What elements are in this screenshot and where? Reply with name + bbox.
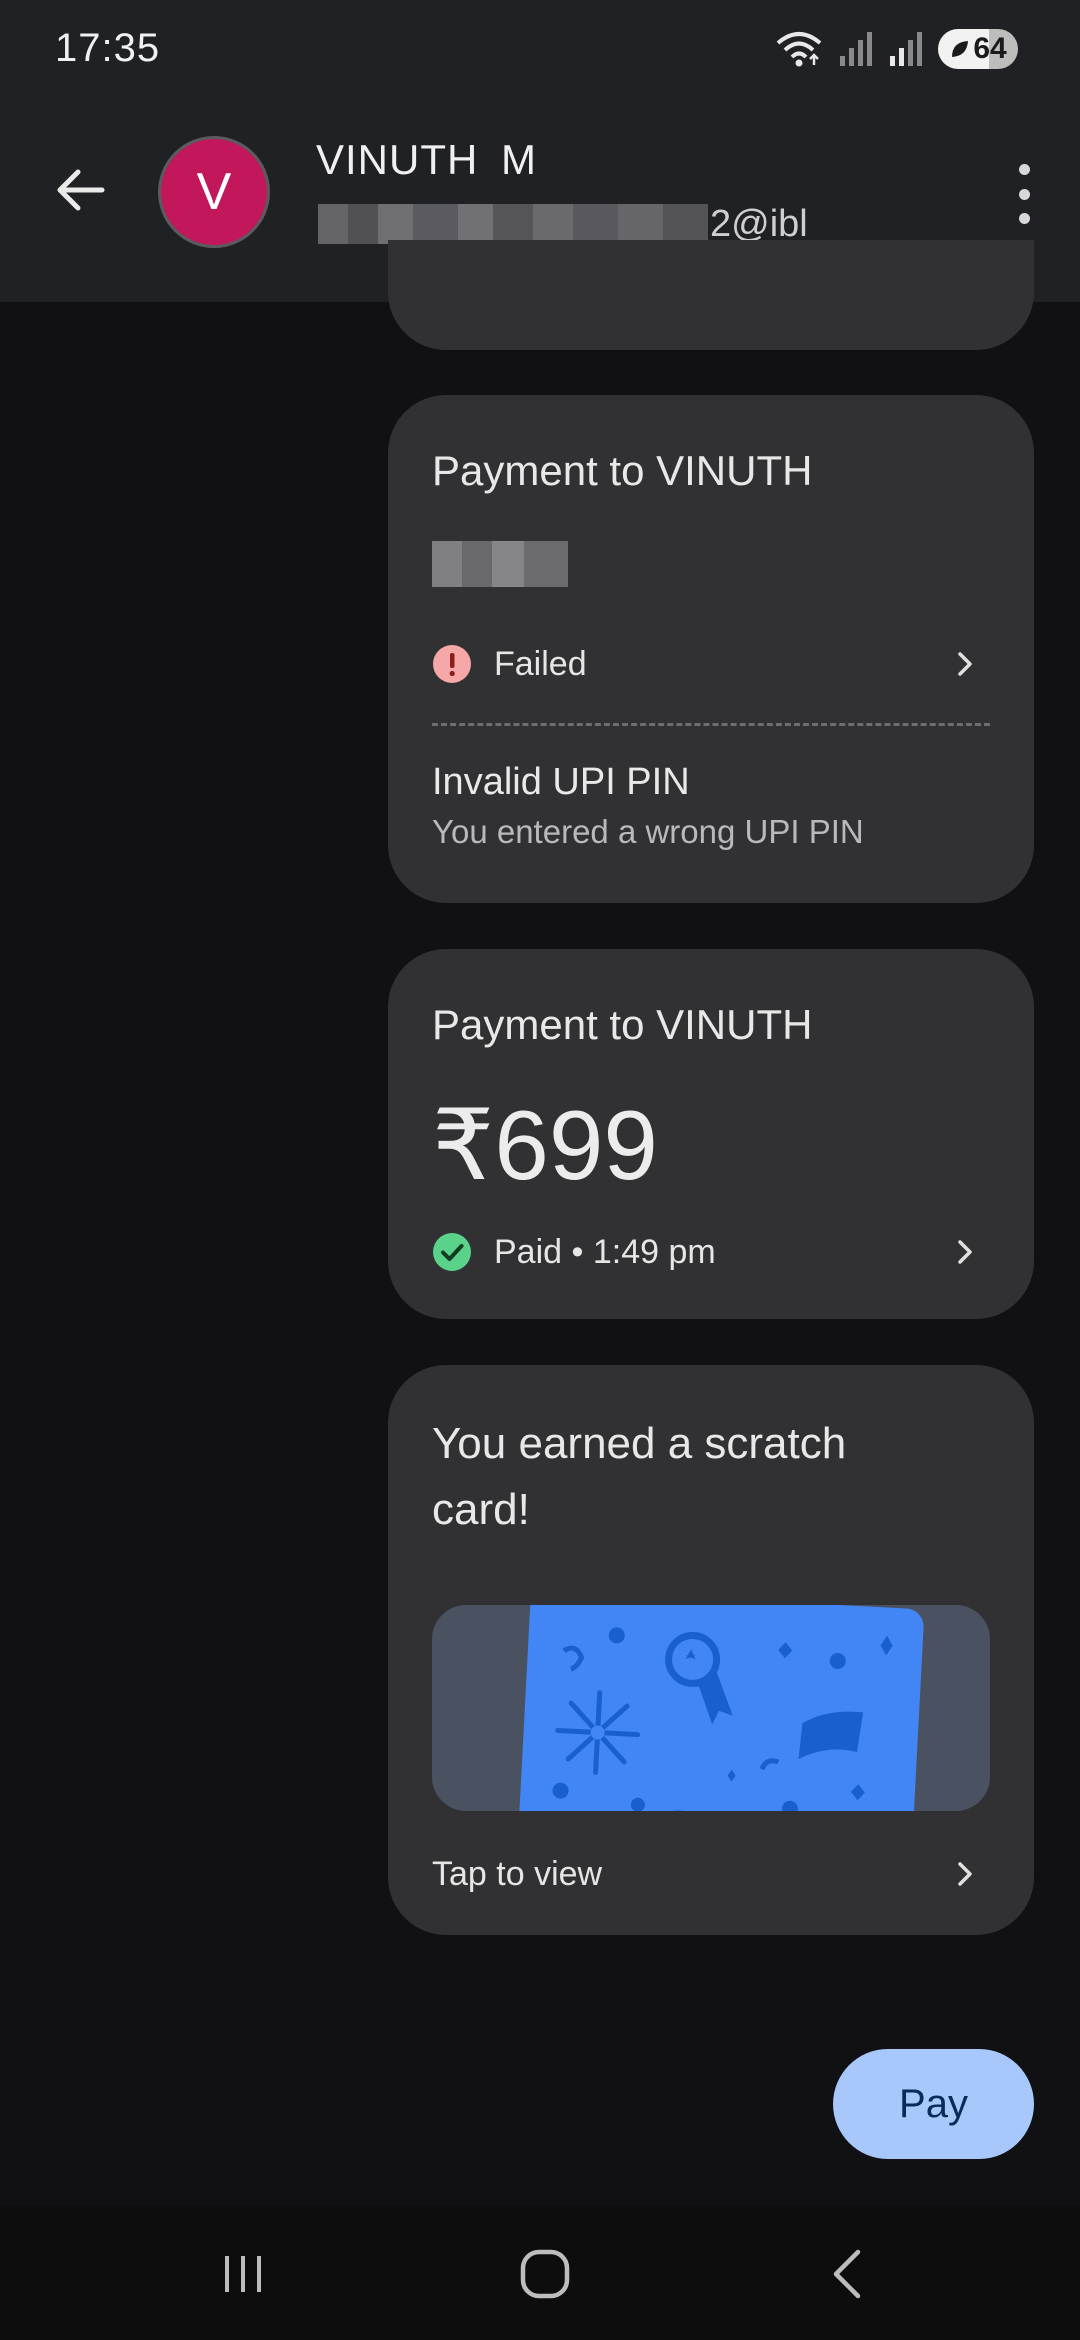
recent-apps-icon[interactable]: [213, 2246, 273, 2302]
battery-level: 64: [973, 32, 1007, 65]
tap-to-view-label: Tap to view: [432, 1854, 603, 1893]
wifi-icon: [776, 32, 822, 67]
signal-icon: [890, 32, 922, 66]
scratch-card-message[interactable]: You earned a scratch card! Tap to view: [388, 1365, 1034, 1935]
chevron-right-icon: [958, 652, 972, 676]
failed-payment-card[interactable]: Payment to VINUTH Failed Invalid UPI PIN…: [388, 395, 1034, 903]
scratch-card-pattern: [552, 1627, 893, 1811]
leaf-icon: [952, 41, 969, 57]
check-circle-icon: [433, 1233, 471, 1271]
avatar[interactable]: V: [158, 136, 270, 248]
redacted-text: [318, 204, 708, 244]
tap-to-view-row[interactable]: Tap to view: [432, 1851, 978, 1897]
back-arrow-icon[interactable]: [50, 160, 110, 220]
battery-icon: 64: [938, 29, 1018, 69]
divider: [432, 723, 990, 726]
redacted-amount: [432, 541, 568, 587]
back-icon[interactable]: [818, 2246, 878, 2302]
paid-payment-card[interactable]: Payment to VINUTH ₹699 Paid • 1:49 pm: [388, 949, 1034, 1319]
status-time: 17:35: [55, 26, 161, 70]
scratch-card[interactable]: [517, 1605, 925, 1811]
status-bar: 17:35 64: [0, 0, 1080, 100]
more-options-icon[interactable]: [1012, 164, 1036, 224]
previous-message-card[interactable]: [388, 240, 1034, 350]
pay-button[interactable]: Pay: [833, 2049, 1034, 2159]
contact-name[interactable]: VINUTH M: [316, 136, 537, 184]
error-title: Invalid UPI PIN: [432, 761, 690, 803]
payment-amount: ₹699: [432, 1090, 658, 1200]
payment-title: Payment to VINUTH: [432, 447, 813, 494]
chevron-right-icon: [958, 1240, 972, 1264]
payment-status-row[interactable]: Failed: [432, 641, 978, 687]
payment-title: Payment to VINUTH: [432, 1001, 813, 1048]
system-nav-bar: [0, 2206, 1080, 2340]
error-icon: [433, 645, 471, 683]
scratch-card-preview[interactable]: [432, 1605, 990, 1811]
signal-icon: [840, 32, 872, 66]
payment-status-row[interactable]: Paid • 1:49 pm: [432, 1229, 978, 1275]
scratch-card-title: You earned a scratch card!: [432, 1419, 847, 1534]
status-icons: 64: [774, 26, 1018, 72]
payment-status: Paid • 1:49 pm: [494, 1232, 716, 1271]
home-icon[interactable]: [515, 2246, 575, 2302]
error-detail: You entered a wrong UPI PIN: [432, 813, 864, 850]
payment-status: Failed: [494, 644, 587, 683]
chevron-right-icon: [958, 1862, 972, 1886]
